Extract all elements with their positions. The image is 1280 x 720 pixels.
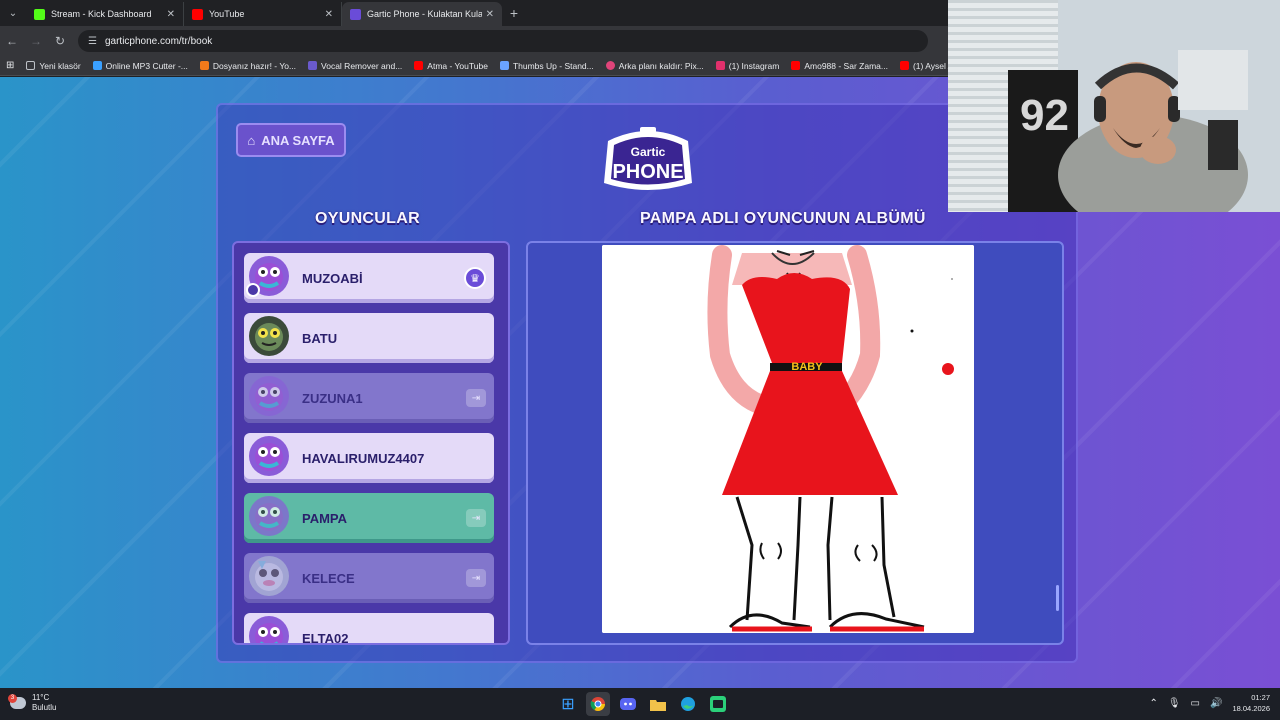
folder-icon [26, 61, 36, 70]
taskbar-apps: ⊞ [556, 692, 730, 716]
left-game-icon: ⇥ [466, 569, 486, 587]
notification-badge: 3 [8, 694, 17, 703]
player-card-havalirumuz4407[interactable]: HAVALIRUMUZ4407 [244, 433, 494, 483]
network-icon[interactable]: ▭ [1191, 698, 1200, 709]
gartic-favicon-icon [350, 8, 361, 20]
close-icon[interactable]: ✕ [325, 9, 333, 20]
album-title: PAMPA ADLI OYUNCUNUN ALBÜMÜ [640, 210, 926, 227]
home-button[interactable]: ⌂ ANA SAYFA [236, 123, 346, 157]
youtube-favicon-icon [414, 61, 424, 70]
bookmark-item[interactable]: (1) Instagram [710, 61, 786, 71]
bookmark-item[interactable]: Thumbs Up - Stand... [494, 61, 600, 71]
player-card-zuzuna1[interactable]: ZUZUNA1 ⇥ [244, 373, 494, 423]
weather-temp: 11°C [32, 693, 50, 702]
player-card-muzoabi[interactable]: MUZOABİ ♛ [244, 253, 494, 303]
drawing-canvas: BABY [602, 245, 974, 633]
player-card-batu[interactable]: BATU [244, 313, 494, 363]
app-icon[interactable] [706, 692, 730, 716]
bookmark-item[interactable]: Yeni klasör [20, 61, 86, 71]
player-card-elta02[interactable]: ELTA02 [244, 613, 494, 645]
forward-arrow-icon[interactable]: → [24, 34, 48, 48]
player-name: ZUZUNA1 [302, 390, 363, 406]
close-icon[interactable]: ✕ [167, 9, 175, 20]
tab-search-chevron-icon[interactable]: ⌄ [0, 0, 26, 26]
tab-title: Stream - Kick Dashboard [51, 9, 152, 19]
close-icon[interactable]: ✕ [486, 9, 494, 20]
crown-icon: ♛ [464, 267, 486, 289]
back-arrow-icon[interactable]: ← [0, 34, 24, 48]
file-explorer-icon[interactable] [646, 692, 670, 716]
logo-text-top: Gartic [631, 145, 666, 159]
svg-text:92: 92 [1020, 91, 1069, 140]
kick-favicon-icon [34, 8, 45, 20]
avatar [249, 436, 289, 476]
clock-time: 01:27 [1251, 693, 1270, 702]
bookmark-favicon-icon [92, 61, 102, 70]
browser-tab-youtube[interactable]: YouTube ✕ [184, 2, 342, 26]
apps-grid-icon[interactable]: ⊞ [0, 60, 20, 71]
microphone-icon[interactable]: 🎙 [1168, 698, 1181, 709]
system-tray: ⌃ 🎙 ▭ 🔊 01:27 18.04.2026 [1149, 692, 1270, 714]
new-tab-plus-icon[interactable]: + [502, 2, 526, 26]
player-name: HAVALIRUMUZ4407 [302, 450, 425, 466]
avatar [249, 376, 289, 416]
avatar [249, 316, 289, 356]
url-text: garticphone.com/tr/book [104, 35, 213, 47]
site-settings-icon[interactable]: ☰ [88, 36, 97, 47]
youtube-favicon-icon [791, 61, 801, 70]
album-scrollbar[interactable] [1056, 585, 1059, 611]
chrome-icon[interactable] [586, 692, 610, 716]
browser-tab-kick[interactable]: Stream - Kick Dashboard ✕ [26, 2, 184, 26]
url-field[interactable]: ☰ garticphone.com/tr/book [78, 30, 928, 52]
bookmark-item[interactable]: Atma - YouTube [408, 61, 494, 71]
avatar [249, 616, 289, 643]
players-title: OYUNCULAR [315, 210, 420, 227]
browser-tab-gartic[interactable]: Gartic Phone - Kulaktan Kulağa ✕ [342, 2, 502, 26]
webcam-overlay: 92 [948, 0, 1280, 212]
weather-widget[interactable]: 3 11°C Bulutlu [8, 693, 57, 713]
chevron-up-icon[interactable]: ⌃ [1149, 698, 1157, 709]
clock[interactable]: 01:27 18.04.2026 [1232, 692, 1270, 714]
player-name: PAMPA [302, 510, 348, 526]
gartic-phone-logo: Gartic PHONE [604, 127, 692, 190]
bookmark-favicon-icon [605, 61, 615, 70]
youtube-favicon-icon [192, 8, 203, 20]
player-name: ELTA02 [302, 630, 349, 645]
home-button-label: ANA SAYFA [261, 132, 335, 148]
player-name: MUZOABİ [302, 270, 363, 286]
bookmark-favicon-icon [199, 61, 209, 70]
avatar [249, 496, 289, 536]
bookmark-item[interactable]: Amo988 - Sar Zama... [785, 61, 894, 71]
clock-date: 18.04.2026 [1232, 704, 1270, 713]
bookmark-item[interactable]: Arka planı kaldır: Pix... [600, 61, 710, 71]
bookmark-item[interactable]: Dosyanız hazır! - Yo... [194, 61, 302, 71]
player-name: BATU [302, 330, 338, 346]
bookmark-item[interactable]: Vocal Remover and... [302, 61, 408, 71]
player-card-kelece[interactable]: KELECE ⇥ [244, 553, 494, 603]
youtube-favicon-icon [899, 61, 909, 70]
windows-start-icon[interactable]: ⊞ [556, 692, 580, 716]
logo-text-bottom: PHONE [612, 161, 683, 183]
tab-title: YouTube [209, 9, 245, 19]
instagram-favicon-icon [715, 61, 725, 70]
left-game-icon: ⇥ [466, 389, 486, 407]
reload-icon[interactable]: ↻ [48, 34, 72, 48]
weather-desc: Bulutlu [32, 703, 57, 712]
home-icon: ⌂ [247, 132, 256, 148]
discord-icon[interactable] [616, 692, 640, 716]
bookmark-favicon-icon [499, 61, 509, 70]
current-player-indicator-icon [246, 283, 260, 297]
bookmark-favicon-icon [308, 61, 318, 70]
cloud-icon: 3 [8, 694, 26, 709]
bookmark-item[interactable]: Online MP3 Cutter -... [87, 61, 194, 71]
player-card-pampa[interactable]: PAMPA ⇥ [244, 493, 494, 543]
edge-icon[interactable] [676, 692, 700, 716]
players-list[interactable]: MUZOABİ ♛ BATU ZUZUNA1 ⇥ HAVALIRUMUZ4407… [232, 241, 510, 645]
player-name: KELECE [302, 570, 355, 586]
tab-title: Gartic Phone - Kulaktan Kulağa [367, 9, 482, 19]
avatar [249, 556, 289, 596]
left-game-icon: ⇥ [466, 509, 486, 527]
volume-icon[interactable]: 🔊 [1210, 698, 1222, 709]
windows-taskbar: 3 11°C Bulutlu ⊞ ⌃ 🎙 ▭ 🔊 01:27 18.04.202… [0, 688, 1280, 720]
